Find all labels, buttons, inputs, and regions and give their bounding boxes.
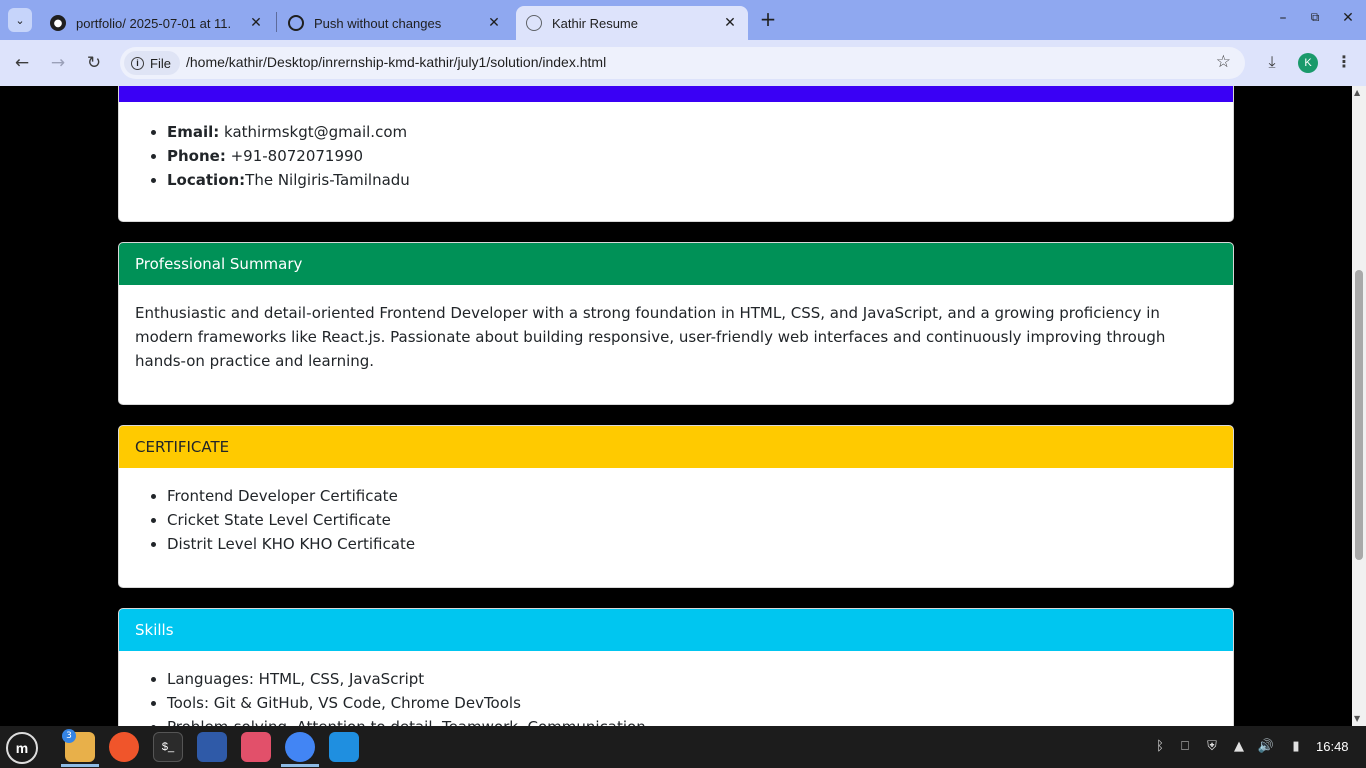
skills-card-body: Languages: HTML, CSS, JavaScript Tools: … <box>119 651 1233 726</box>
certificate-title: CERTIFICATE <box>135 438 230 456</box>
certificate-card-body: Frontend Developer Certificate Cricket S… <box>119 468 1233 576</box>
info-icon: i <box>131 56 144 70</box>
close-icon[interactable]: ✕ <box>248 15 264 31</box>
skills-list: Languages: HTML, CSS, JavaScript Tools: … <box>135 667 1217 726</box>
certificate-list: Frontend Developer Certificate Cricket S… <box>135 484 1217 556</box>
contact-location: Location:The Nilgiris-Tamilnadu <box>167 168 1217 192</box>
window-close-icon[interactable]: ✕ <box>1338 10 1358 26</box>
volume-icon[interactable]: 🔊 <box>1257 739 1275 754</box>
tab-label: Kathir Resume <box>552 15 638 31</box>
reload-icon[interactable]: ↻ <box>83 52 105 74</box>
files-badge: 3 <box>62 729 76 743</box>
shield-icon[interactable]: ⛨ <box>1203 739 1221 754</box>
summary-text: Enthusiastic and detail-oriented Fronten… <box>135 304 1166 370</box>
tab-strip: ⌄ ● portfolio/ 2025-07-01 at 11. ✕ Push … <box>0 0 1366 40</box>
keyboard-icon[interactable]: ⎕ <box>1176 739 1194 754</box>
profile-avatar[interactable]: K <box>1298 53 1318 73</box>
menu-icon[interactable]: ⋮ <box>1333 52 1355 71</box>
phone-value: +91-8072071990 <box>225 147 364 165</box>
certificate-card: CERTIFICATE Frontend Developer Certifica… <box>118 425 1234 588</box>
url-text[interactable]: /home/kathir/Desktop/inrernship-kmd-kath… <box>186 54 606 70</box>
scroll-up-icon[interactable]: ▲ <box>1354 88 1360 97</box>
tab-push-without-changes[interactable]: Push without changes ✕ <box>278 6 512 40</box>
os-taskbar: m 3 $_ ᛒ ⎕ ⛨ ▲ 🔊 ▮ 16:48 <box>0 726 1366 768</box>
chevron-down-icon: ⌄ <box>15 13 25 27</box>
active-indicator <box>281 764 319 767</box>
screenshot-icon[interactable] <box>197 732 227 762</box>
summary-title: Professional Summary <box>135 255 303 273</box>
list-item: Frontend Developer Certificate <box>167 484 1217 508</box>
tab-search-button[interactable]: ⌄ <box>8 8 32 32</box>
contact-email: Email: kathirmskgt@gmail.com <box>167 120 1217 144</box>
address-bar[interactable]: i File /home/kathir/Desktop/inrernship-k… <box>120 47 1245 79</box>
contact-phone: Phone: +91-8072071990 <box>167 144 1217 168</box>
page-viewport: Email: kathirmskgt@gmail.com Phone: +91-… <box>0 86 1352 726</box>
bluetooth-icon[interactable]: ᛒ <box>1151 739 1169 754</box>
location-value: The Nilgiris-Tamilnadu <box>245 171 410 189</box>
tab-separator <box>276 12 277 32</box>
location-label: Location: <box>167 171 246 189</box>
mint-menu-icon[interactable]: m <box>6 732 38 764</box>
site-info-chip[interactable]: i File <box>124 51 180 75</box>
scroll-down-icon[interactable]: ▼ <box>1354 714 1360 723</box>
restore-icon[interactable]: ⧉ <box>1305 10 1325 25</box>
firefox-icon[interactable] <box>109 732 139 762</box>
contact-card-body: Email: kathirmskgt@gmail.com Phone: +91-… <box>119 102 1233 212</box>
list-item: Tools: Git & GitHub, VS Code, Chrome Dev… <box>167 691 1217 715</box>
list-item: Distrit Level KHO KHO Certificate <box>167 532 1217 556</box>
battery-icon[interactable]: ▮ <box>1287 739 1305 754</box>
scrollbar-thumb[interactable] <box>1355 270 1363 560</box>
forward-icon[interactable]: → <box>47 52 69 74</box>
clock[interactable]: 16:48 <box>1316 739 1349 754</box>
email-value: kathirmskgt@gmail.com <box>219 123 408 141</box>
skills-card-header: Skills <box>119 609 1233 651</box>
list-item: Problem-solving, Attention to detail, Te… <box>167 715 1217 726</box>
minimize-icon[interactable]: – <box>1273 10 1293 26</box>
contact-card-header <box>119 86 1233 102</box>
browser-toolbar: ← → ↻ i File /home/kathir/Desktop/inrern… <box>0 40 1366 86</box>
page-scrollbar[interactable]: ▲ ▼ <box>1352 86 1366 726</box>
chrome-icon[interactable] <box>285 732 315 762</box>
tab-kathir-resume[interactable]: Kathir Resume ✕ <box>516 6 748 40</box>
download-icon[interactable]: ⤓ <box>1261 52 1283 72</box>
tab-label: Push without changes <box>314 15 442 31</box>
close-icon[interactable]: ✕ <box>486 15 502 31</box>
summary-card-header: Professional Summary <box>119 243 1233 285</box>
tab-label: portfolio/ 2025-07-01 at 11. <box>76 15 232 31</box>
phone-label: Phone: <box>167 147 226 165</box>
contact-list: Email: kathirmskgt@gmail.com Phone: +91-… <box>135 120 1217 192</box>
github-icon: ● <box>50 15 66 31</box>
close-icon[interactable]: ✕ <box>722 15 738 31</box>
contact-card: Email: kathirmskgt@gmail.com Phone: +91-… <box>118 86 1234 222</box>
list-item: Languages: HTML, CSS, JavaScript <box>167 667 1217 691</box>
certificate-card-header: CERTIFICATE <box>119 426 1233 468</box>
back-icon[interactable]: ← <box>11 52 33 74</box>
bookmark-star-icon[interactable]: ☆ <box>1216 52 1231 72</box>
image-viewer-icon[interactable] <box>241 732 271 762</box>
skills-title: Skills <box>135 621 174 639</box>
summary-card: Professional Summary Enthusiastic and de… <box>118 242 1234 405</box>
tab-portfolio[interactable]: ● portfolio/ 2025-07-01 at 11. ✕ <box>40 6 274 40</box>
email-label: Email: <box>167 123 220 141</box>
scheme-label: File <box>150 55 171 71</box>
openai-icon <box>288 15 304 31</box>
summary-card-body: Enthusiastic and detail-oriented Fronten… <box>119 285 1233 393</box>
vscode-icon[interactable] <box>329 732 359 762</box>
active-indicator <box>61 764 99 767</box>
skills-card: Skills Languages: HTML, CSS, JavaScript … <box>118 608 1234 726</box>
terminal-icon[interactable]: $_ <box>153 732 183 762</box>
new-tab-icon[interactable]: + <box>756 8 780 32</box>
list-item: Cricket State Level Certificate <box>167 508 1217 532</box>
wifi-icon[interactable]: ▲ <box>1230 739 1248 754</box>
globe-icon <box>526 15 542 31</box>
